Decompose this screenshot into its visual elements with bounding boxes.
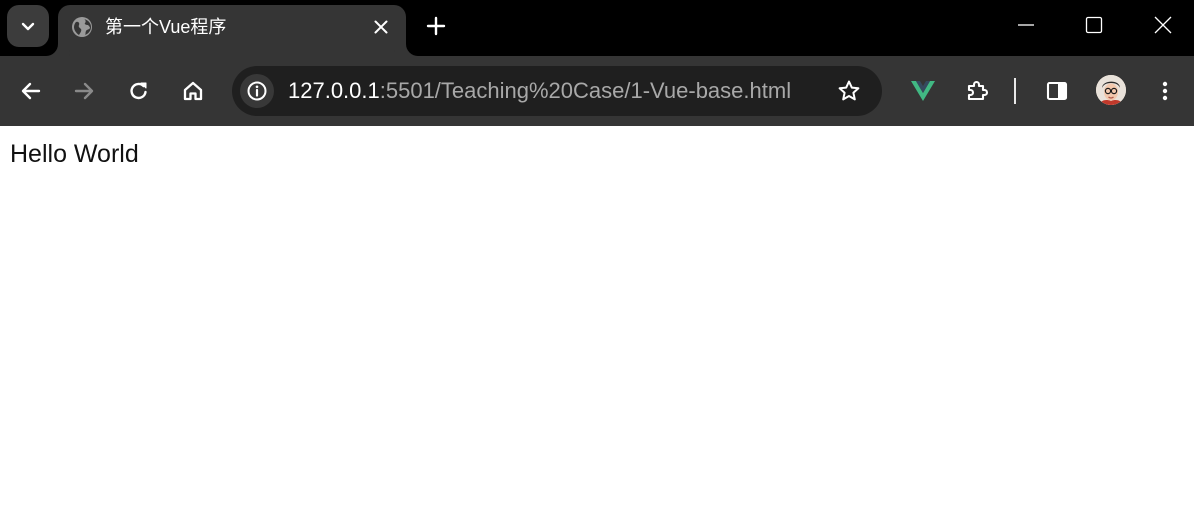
url-host: 127.0.0.1 <box>288 78 380 103</box>
toolbar: 127.0.0.1:5501/Teaching%20Case/1-Vue-bas… <box>0 56 1194 126</box>
star-icon <box>838 80 860 101</box>
reload-icon <box>130 82 147 100</box>
minimize-icon <box>1018 24 1034 26</box>
home-button[interactable] <box>176 74 210 108</box>
new-tab-button[interactable] <box>422 12 450 40</box>
page-text: Hello World <box>10 140 139 168</box>
maximize-icon <box>1085 16 1103 34</box>
close-icon <box>1154 16 1172 34</box>
url-path: :5501/Teaching%20Case/1-Vue-base.html <box>379 78 792 103</box>
address-bar[interactable]: 127.0.0.1:5501/Teaching%20Case/1-Vue-bas… <box>232 66 882 116</box>
home-icon <box>183 81 203 101</box>
arrow-left-icon <box>21 82 41 100</box>
reload-button[interactable] <box>122 74 156 108</box>
tab-strip: 第一个Vue程序 <box>0 0 1194 56</box>
info-icon <box>247 81 267 101</box>
avatar[interactable] <box>1096 75 1126 105</box>
vue-devtools-extension-button[interactable] <box>906 74 940 108</box>
profile-avatar-icon <box>1096 75 1126 105</box>
close-icon <box>374 20 388 34</box>
chevron-down-icon <box>21 22 35 31</box>
kebab-menu-icon <box>1162 81 1168 101</box>
side-panel-icon <box>1046 81 1068 101</box>
arrow-right-icon <box>74 82 94 100</box>
tab-active[interactable]: 第一个Vue程序 <box>58 5 406 56</box>
plus-icon <box>426 16 446 36</box>
side-panel-button[interactable] <box>1040 74 1074 108</box>
forward-button[interactable] <box>67 74 101 108</box>
browser-menu-button[interactable] <box>1148 74 1182 108</box>
close-window-button[interactable] <box>1148 10 1178 40</box>
back-button[interactable] <box>14 74 48 108</box>
tab-title: 第一个Vue程序 <box>105 17 227 37</box>
extensions-button[interactable] <box>960 74 994 108</box>
tab-close-button[interactable] <box>370 16 392 38</box>
bookmark-button[interactable] <box>836 78 862 104</box>
minimize-button[interactable] <box>1011 10 1041 40</box>
puzzle-icon <box>967 80 989 101</box>
browser-window: 第一个Vue程序 127.0.0.1:5501/Teaching%20Case/… <box>0 0 1194 525</box>
site-info-button[interactable] <box>240 74 274 108</box>
toolbar-divider <box>1014 78 1016 104</box>
tab-search-button[interactable] <box>7 5 49 47</box>
maximize-button[interactable] <box>1079 10 1109 40</box>
globe-icon <box>72 17 92 37</box>
url-text: 127.0.0.1:5501/Teaching%20Case/1-Vue-bas… <box>288 78 791 104</box>
page-viewport: Hello World <box>0 126 1194 525</box>
vue-icon <box>911 81 935 101</box>
